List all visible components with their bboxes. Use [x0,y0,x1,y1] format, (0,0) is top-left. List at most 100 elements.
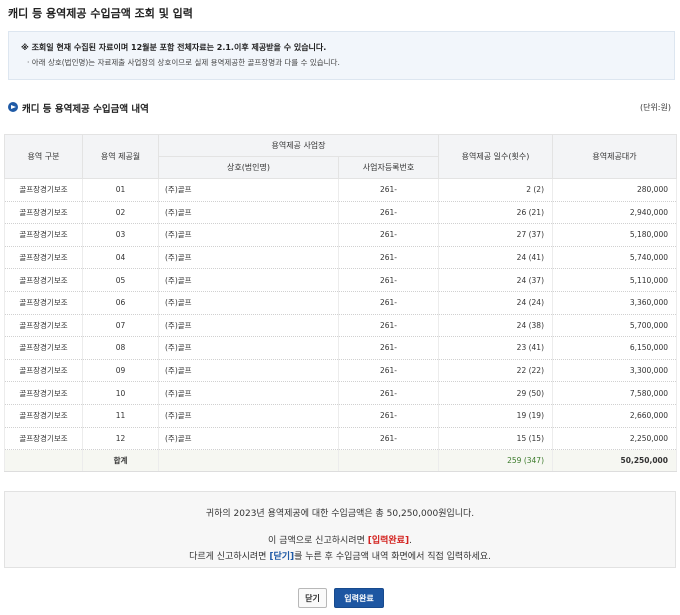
table-row: 골프장경기보조 09 (주)골프 261- 22 (22) 3,300,000 [4,359,677,383]
cell-days: 27 (37) [438,223,553,247]
cell-name: (주)골프 [158,268,339,292]
table-row: 골프장경기보조 05 (주)골프 261- 24 (37) 5,110,000 [4,268,677,292]
cell-name: (주)골프 [158,359,339,383]
cell-month: 12 [82,427,159,451]
cell-month: 10 [82,381,159,405]
cell-bizno: 261- [338,359,439,383]
cell-bizno: 261- [338,268,439,292]
cell-type: 골프장경기보조 [4,291,83,315]
close-highlight: [닫기] [269,552,295,562]
cell-bizno: 261- [338,201,439,225]
total-label: 합계 [82,449,159,473]
summary-box: 귀하의 2023년 용역제공에 대한 수입금액은 총 50,250,000원입니… [4,491,676,568]
cell-bizno: 261- [338,336,439,360]
table-row: 골프장경기보조 03 (주)골프 261- 27 (37) 5,180,000 [4,223,677,247]
submit-button[interactable]: 입력완료 [334,588,384,608]
cell-type: 골프장경기보조 [4,246,83,270]
cell-month: 05 [82,268,159,292]
cell-amount: 3,360,000 [552,291,677,315]
header-bizno: 사업자등록번호 [338,156,439,179]
cell-bizno: 261- [338,246,439,270]
table-row: 골프장경기보조 12 (주)골프 261- 15 (15) 2,250,000 [4,427,677,451]
bullet-arrow-icon [8,102,18,112]
notice-line-2: · 아래 상호(법인명)는 자료제출 사업장의 상호이므로 실제 용역제공한 골… [27,58,340,67]
cell-amount: 3,300,000 [552,359,677,383]
total-amount: 50,250,000 [552,449,677,473]
cell-bizno: 261- [338,223,439,247]
table-row: 골프장경기보조 07 (주)골프 261- 24 (38) 5,700,000 [4,314,677,338]
cell-amount: 280,000 [552,178,677,202]
cell-name: (주)골프 [158,336,339,360]
cell-amount: 5,180,000 [552,223,677,247]
cell-name: (주)골프 [158,404,339,428]
cell-bizno: 261- [338,427,439,451]
cell-month: 09 [82,359,159,383]
summary-submit-guide: 이 금액으로 신고하시려면 [입력완료]. [5,533,675,546]
header-name: 상호(법인명) [158,156,339,179]
cell-name: (주)골프 [158,178,339,202]
cell-days: 29 (50) [438,381,553,405]
cell-type: 골프장경기보조 [4,336,83,360]
cell-name: (주)골프 [158,291,339,315]
cell-amount: 2,940,000 [552,201,677,225]
cell-type: 골프장경기보조 [4,314,83,338]
cell-amount: 5,740,000 [552,246,677,270]
header-workplace: 용역제공 사업장 [158,134,439,157]
cell-empty [158,449,339,473]
cell-empty [4,449,83,473]
cell-days: 2 (2) [438,178,553,202]
summary-line3-text: 다르게 신고하시려면 [189,552,270,562]
cell-name: (주)골프 [158,246,339,270]
cell-month: 01 [82,178,159,202]
cell-type: 골프장경기보조 [4,223,83,247]
cell-type: 골프장경기보조 [4,404,83,428]
cell-month: 04 [82,246,159,270]
cell-type: 골프장경기보조 [4,201,83,225]
cell-name: (주)골프 [158,314,339,338]
cell-amount: 6,150,000 [552,336,677,360]
cell-type: 골프장경기보조 [4,178,83,202]
cell-month: 03 [82,223,159,247]
header-month: 용역 제공월 [82,134,159,179]
cell-name: (주)골프 [158,381,339,405]
summary-line2-text: 이 금액으로 신고하시려면 [268,536,368,546]
close-button[interactable]: 닫기 [298,588,327,608]
table-row: 골프장경기보조 08 (주)골프 261- 23 (41) 6,150,000 [4,336,677,360]
cell-amount: 5,700,000 [552,314,677,338]
cell-month: 07 [82,314,159,338]
cell-name: (주)골프 [158,223,339,247]
summary-total-text: 귀하의 2023년 용역제공에 대한 수입금액은 총 50,250,000원입니… [205,509,475,519]
table-row: 골프장경기보조 11 (주)골프 261- 19 (19) 2,660,000 [4,404,677,428]
table-row: 골프장경기보조 06 (주)골프 261- 24 (24) 3,360,000 [4,291,677,315]
submit-highlight: [입력완료] [367,536,410,546]
cell-bizno: 261- [338,404,439,428]
table-row: 골프장경기보조 02 (주)골프 261- 26 (21) 2,940,000 [4,201,677,225]
cell-days: 26 (21) [438,201,553,225]
cell-month: 02 [82,201,159,225]
total-row: 합계 259 (347) 50,250,000 [4,449,677,473]
cell-amount: 2,250,000 [552,427,677,451]
cell-bizno: 261- [338,178,439,202]
section-title: 캐디 등 용역제공 수입금액 내역 [22,104,149,115]
table-row: 골프장경기보조 04 (주)골프 261- 24 (41) 5,740,000 [4,246,677,270]
notice-line-1: ※ 조회일 현재 수집된 자료이며 12월분 포함 전체자료는 2.1.이후 제… [21,43,327,52]
cell-name: (주)골프 [158,427,339,451]
cell-days: 22 (22) [438,359,553,383]
cell-amount: 2,660,000 [552,404,677,428]
unit-label: (단위:원) [639,103,671,112]
summary-line2-end: . [409,536,412,546]
page-title: 캐디 등 용역제공 수입금액 조회 및 입력 [8,7,193,20]
notice-box: ※ 조회일 현재 수집된 자료이며 12월분 포함 전체자료는 2.1.이후 제… [8,31,675,80]
table-row: 골프장경기보조 10 (주)골프 261- 29 (50) 7,580,000 [4,381,677,405]
cell-bizno: 261- [338,314,439,338]
cell-days: 24 (24) [438,291,553,315]
cell-type: 골프장경기보조 [4,359,83,383]
header-amount: 용역제공대가 [552,134,677,179]
table-row: 골프장경기보조 01 (주)골프 261- 2 (2) 280,000 [4,178,677,202]
cell-type: 골프장경기보조 [4,381,83,405]
cell-days: 24 (38) [438,314,553,338]
cell-name: (주)골프 [158,201,339,225]
cell-month: 08 [82,336,159,360]
header-type: 용역 구분 [4,134,83,179]
cell-amount: 7,580,000 [552,381,677,405]
